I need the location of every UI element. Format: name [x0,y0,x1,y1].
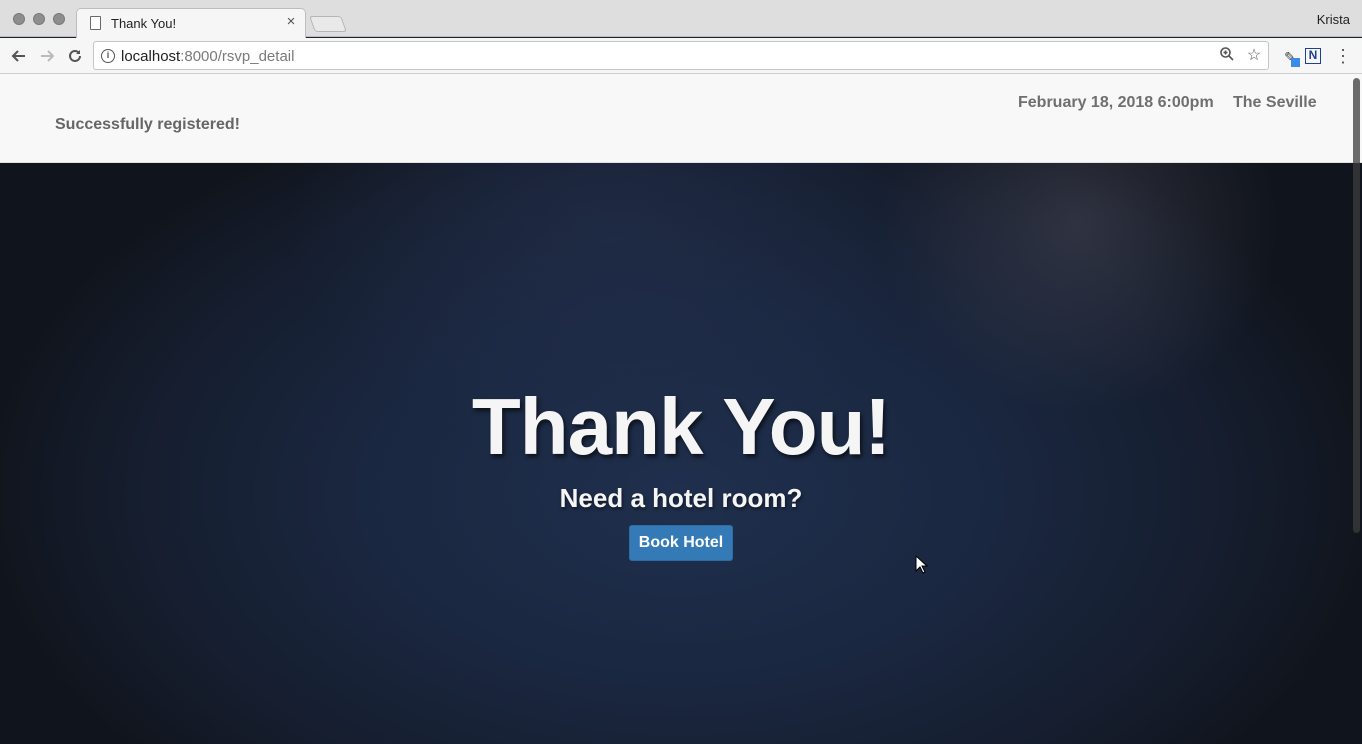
info-icon[interactable]: i [101,49,115,63]
back-arrow-icon[interactable] [7,44,31,68]
book-hotel-button[interactable]: Book Hotel [629,525,733,561]
pen-extension-icon[interactable]: ✎ [1280,47,1300,67]
hero-title: Thank You! [471,382,891,471]
browser-tab[interactable]: Thank You! × [76,8,306,38]
event-date: February 18, 2018 6:00pm [1018,94,1214,111]
forward-arrow-icon[interactable] [35,44,59,68]
hero-section: Thank You! Need a hotel room? Book Hotel [0,163,1362,744]
page-scrollbar[interactable] [1350,74,1362,744]
star-icon[interactable]: ☆ [1244,46,1264,66]
new-tab-button[interactable] [309,16,347,32]
page-icon [90,16,101,30]
url-host: localhost [121,48,181,65]
maximize-window-icon[interactable] [53,13,65,25]
url-path: :8000/rsvp_detail [180,48,295,65]
url-text[interactable]: localhost:8000/rsvp_detail [121,48,294,65]
tab-title: Thank You! [111,16,177,31]
close-tab-icon[interactable]: × [283,13,299,31]
address-bar[interactable]: i localhost:8000/rsvp_detail ☆ [93,41,1269,70]
page-content: Successfully registered! February 18, 20… [0,74,1362,744]
close-window-icon[interactable] [13,13,25,25]
event-venue: The Seville [1233,94,1317,111]
browser-titlebar: Thank You! × Krista [0,0,1362,38]
n-extension-icon[interactable]: N [1305,48,1321,64]
zoom-icon[interactable] [1217,46,1237,66]
minimize-window-icon[interactable] [33,13,45,25]
profile-name[interactable]: Krista [1317,12,1350,27]
page-header: Successfully registered! February 18, 20… [0,74,1362,163]
reload-icon[interactable] [63,44,87,68]
scrollbar-thumb[interactable] [1353,78,1360,533]
status-message: Successfully registered! [55,116,240,133]
hero-subtitle: Need a hotel room? [559,483,803,513]
more-vert-icon[interactable]: ⋮ [1334,46,1352,66]
browser-toolbar: i localhost:8000/rsvp_detail ☆ ✎ N ⋮ [0,38,1362,74]
